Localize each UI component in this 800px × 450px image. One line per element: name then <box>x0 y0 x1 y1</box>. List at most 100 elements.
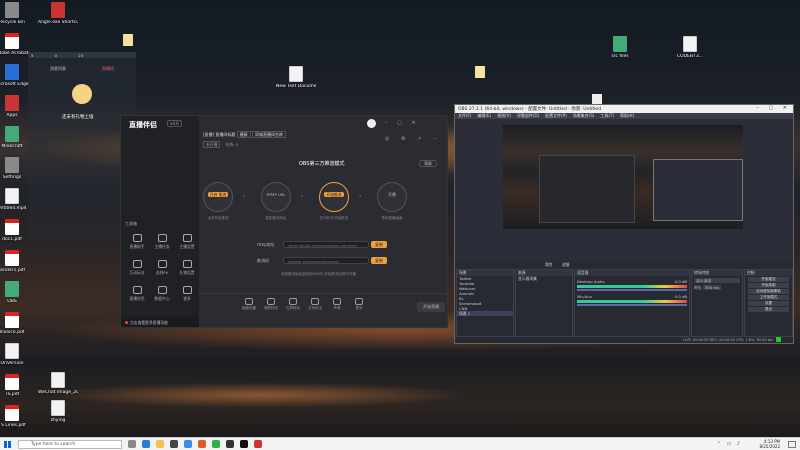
bottom-tool[interactable]: 声音 <box>327 298 347 311</box>
side-tool-item[interactable]: 数据中心 <box>150 286 174 306</box>
start-live-button[interactable]: 开始直播 <box>417 302 445 312</box>
side-tool-item[interactable]: 更多 <box>175 286 199 306</box>
side-tool-item[interactable]: 连线PK <box>150 260 174 280</box>
desktop-icon[interactable]: Invoice.pdf <box>0 312 32 335</box>
side-tool-item[interactable]: 主播任务 <box>150 234 174 254</box>
step-circle: 开播 <box>377 182 407 212</box>
desktop-icon[interactable]: Angle.exe Shortcut <box>38 2 78 25</box>
duration-input[interactable]: 300 ms <box>702 285 721 290</box>
obs-menu-item[interactable]: 工具(T) <box>600 113 614 118</box>
help-button[interactable]: 帮助 <box>419 160 437 167</box>
desktop-icon[interactable]: OnVersion <box>0 343 32 366</box>
obs-control-button[interactable]: 启动虚拟摄像机 <box>748 289 789 294</box>
system-tray-icons[interactable]: ⌃ ▭ ♪ <box>717 441 742 447</box>
mixer-name: Desktop Audio <box>577 279 605 284</box>
side-tool-item[interactable]: 直播助手 <box>125 234 149 254</box>
avatar[interactable] <box>367 119 376 128</box>
obs-menu-item[interactable]: 视图(V) <box>497 113 511 118</box>
transition-select[interactable]: 淡入淡出 <box>694 278 740 283</box>
obs-control-button[interactable]: 工作室模式 <box>748 295 789 300</box>
mixer-name: Mic/Aux <box>577 294 592 299</box>
file-icon[interactable] <box>123 34 133 46</box>
sidebar-footer[interactable]: 点击查看更多直播功能 <box>121 317 199 327</box>
side-tool-item[interactable]: 礼物设置 <box>175 260 199 280</box>
header-tools[interactable]: ◎ ⚙ ↗ ⋯ <box>385 136 443 142</box>
edge-icon[interactable] <box>142 440 150 448</box>
scene-item[interactable]: 场景 1 <box>457 311 513 316</box>
windows-start-icon[interactable] <box>4 441 11 448</box>
desktop-icon[interactable]: TS.pdf <box>0 374 32 397</box>
properties-button[interactable]: 属性 <box>545 262 553 267</box>
mixer-db: 0.0 dB <box>674 294 687 299</box>
obs-menu-item[interactable]: 编辑(E) <box>477 113 491 118</box>
desktop-icon[interactable]: WeChat Image_202... <box>38 372 78 395</box>
preview-obs <box>653 159 743 221</box>
copy-button[interactable]: 复制 <box>371 241 387 248</box>
mail-icon[interactable] <box>184 440 192 448</box>
obs-menu-item[interactable]: 配置文件(P) <box>545 113 567 118</box>
bottom-tool[interactable]: 互动玩法 <box>305 298 325 311</box>
obs-control-button[interactable]: 开始推流 <box>748 277 789 282</box>
bottom-tool[interactable]: 礼物特效 <box>283 298 303 311</box>
window-controls[interactable]: – ▢ ✕ <box>385 120 420 126</box>
taskbar-clock[interactable]: 4:13 PM 8/25/2022 <box>759 439 780 449</box>
notification-icon[interactable] <box>788 441 796 448</box>
task-view-icon[interactable] <box>128 440 136 448</box>
field-value[interactable]: rtmp://push-rtmp.example.com/live/ <box>283 241 369 248</box>
file-explorer-icon[interactable] <box>156 440 164 448</box>
office-icon[interactable] <box>198 440 206 448</box>
tool-icon <box>333 298 341 305</box>
grey-icon <box>5 157 19 173</box>
bottom-tool[interactable]: 画面设置 <box>239 298 259 311</box>
bottom-tool[interactable]: 更多 <box>349 298 369 311</box>
tab-message-list[interactable]: 消息列表 <box>50 66 66 72</box>
category-badge[interactable]: 同城直播间名称 <box>251 131 286 138</box>
wechat-icon[interactable] <box>212 440 220 448</box>
acrobat-icon[interactable] <box>254 440 262 448</box>
side-tool-item[interactable]: 互动玩法 <box>125 260 149 280</box>
obs-taskbar-icon[interactable] <box>226 440 234 448</box>
obs-control-button[interactable]: 设置 <box>748 301 789 306</box>
obs-menu-item[interactable]: 文件(F) <box>458 113 471 118</box>
field-label: rtmp地址 <box>257 242 275 247</box>
store-icon[interactable] <box>170 440 178 448</box>
file-icon[interactable] <box>475 66 485 78</box>
desktop-icon-text-document[interactable]: New Text Document <box>276 66 316 89</box>
room-title[interactable]: 直播间标题 <box>215 132 235 137</box>
volume-slider[interactable] <box>577 289 687 291</box>
side-tool-item[interactable]: 主播设置 <box>175 234 199 254</box>
obs-status-bar: LIVE: 00:00:00 REC: 00:00:00 CPU: 1.8%, … <box>455 338 793 343</box>
copy-button[interactable]: 复制 <box>371 257 387 264</box>
obs-control-button[interactable]: 退出 <box>748 307 789 312</box>
orientation-badge[interactable]: 横屏 <box>236 131 251 138</box>
bottom-tool[interactable]: 美颜特效 <box>261 298 281 311</box>
desktop-icon[interactable]: Binder1.pdf <box>0 250 32 273</box>
obs-menu-item[interactable]: 帮助(H) <box>620 113 634 118</box>
field-value[interactable]: stream-xxxxxxxxxxxxxxxx <box>283 257 369 264</box>
desktop-icon[interactable]: zhying <box>38 400 78 423</box>
obs-control-button[interactable]: 开始录制 <box>748 283 789 288</box>
tab-live-room[interactable]: 直播间 <box>102 66 114 72</box>
desktop-icon[interactable]: OBS <box>0 281 32 304</box>
desktop-icon-codebt[interactable]: CODEBT3... <box>670 36 710 59</box>
obs-menu-item[interactable]: 场景集合(S) <box>573 113 595 118</box>
volume-slider[interactable] <box>577 304 687 306</box>
count-viewers: 23 <box>78 53 84 58</box>
source-item[interactable]: 显示器采集 <box>516 276 572 281</box>
app-icon <box>613 36 627 52</box>
desktop-icon[interactable]: Recycle Bin <box>0 2 32 25</box>
empty-gift-message: 还未有礼物上墙 <box>62 115 94 120</box>
obs-window-controls[interactable]: – ▢ ✕ <box>756 105 791 111</box>
obs-menubar: 文件(F) 编辑(E) 视图(V) 停靠部件(D) 配置文件(P) 场景集合(S) 工具(T… <box>455 113 793 119</box>
file-icon[interactable] <box>592 94 602 104</box>
filters-button[interactable]: 滤镜 <box>562 262 570 267</box>
douyin-icon[interactable] <box>240 440 248 448</box>
desktop-icon-src-files[interactable]: src files <box>600 36 640 59</box>
taskbar-search[interactable]: Type here to search <box>18 440 122 449</box>
obs-titlebar[interactable]: OBS 27.2.1 (64-bit, windows) - 配置文件: Unt… <box>455 105 793 113</box>
desktop-icon[interactable]: TS Lines.pdf <box>0 405 32 428</box>
obs-menu-item[interactable]: 停靠部件(D) <box>517 113 539 118</box>
side-tool-item[interactable]: 直播伴侣 <box>125 286 149 306</box>
step-caption: 在OBS中开始推流 <box>319 216 349 220</box>
file-icon <box>51 400 65 416</box>
